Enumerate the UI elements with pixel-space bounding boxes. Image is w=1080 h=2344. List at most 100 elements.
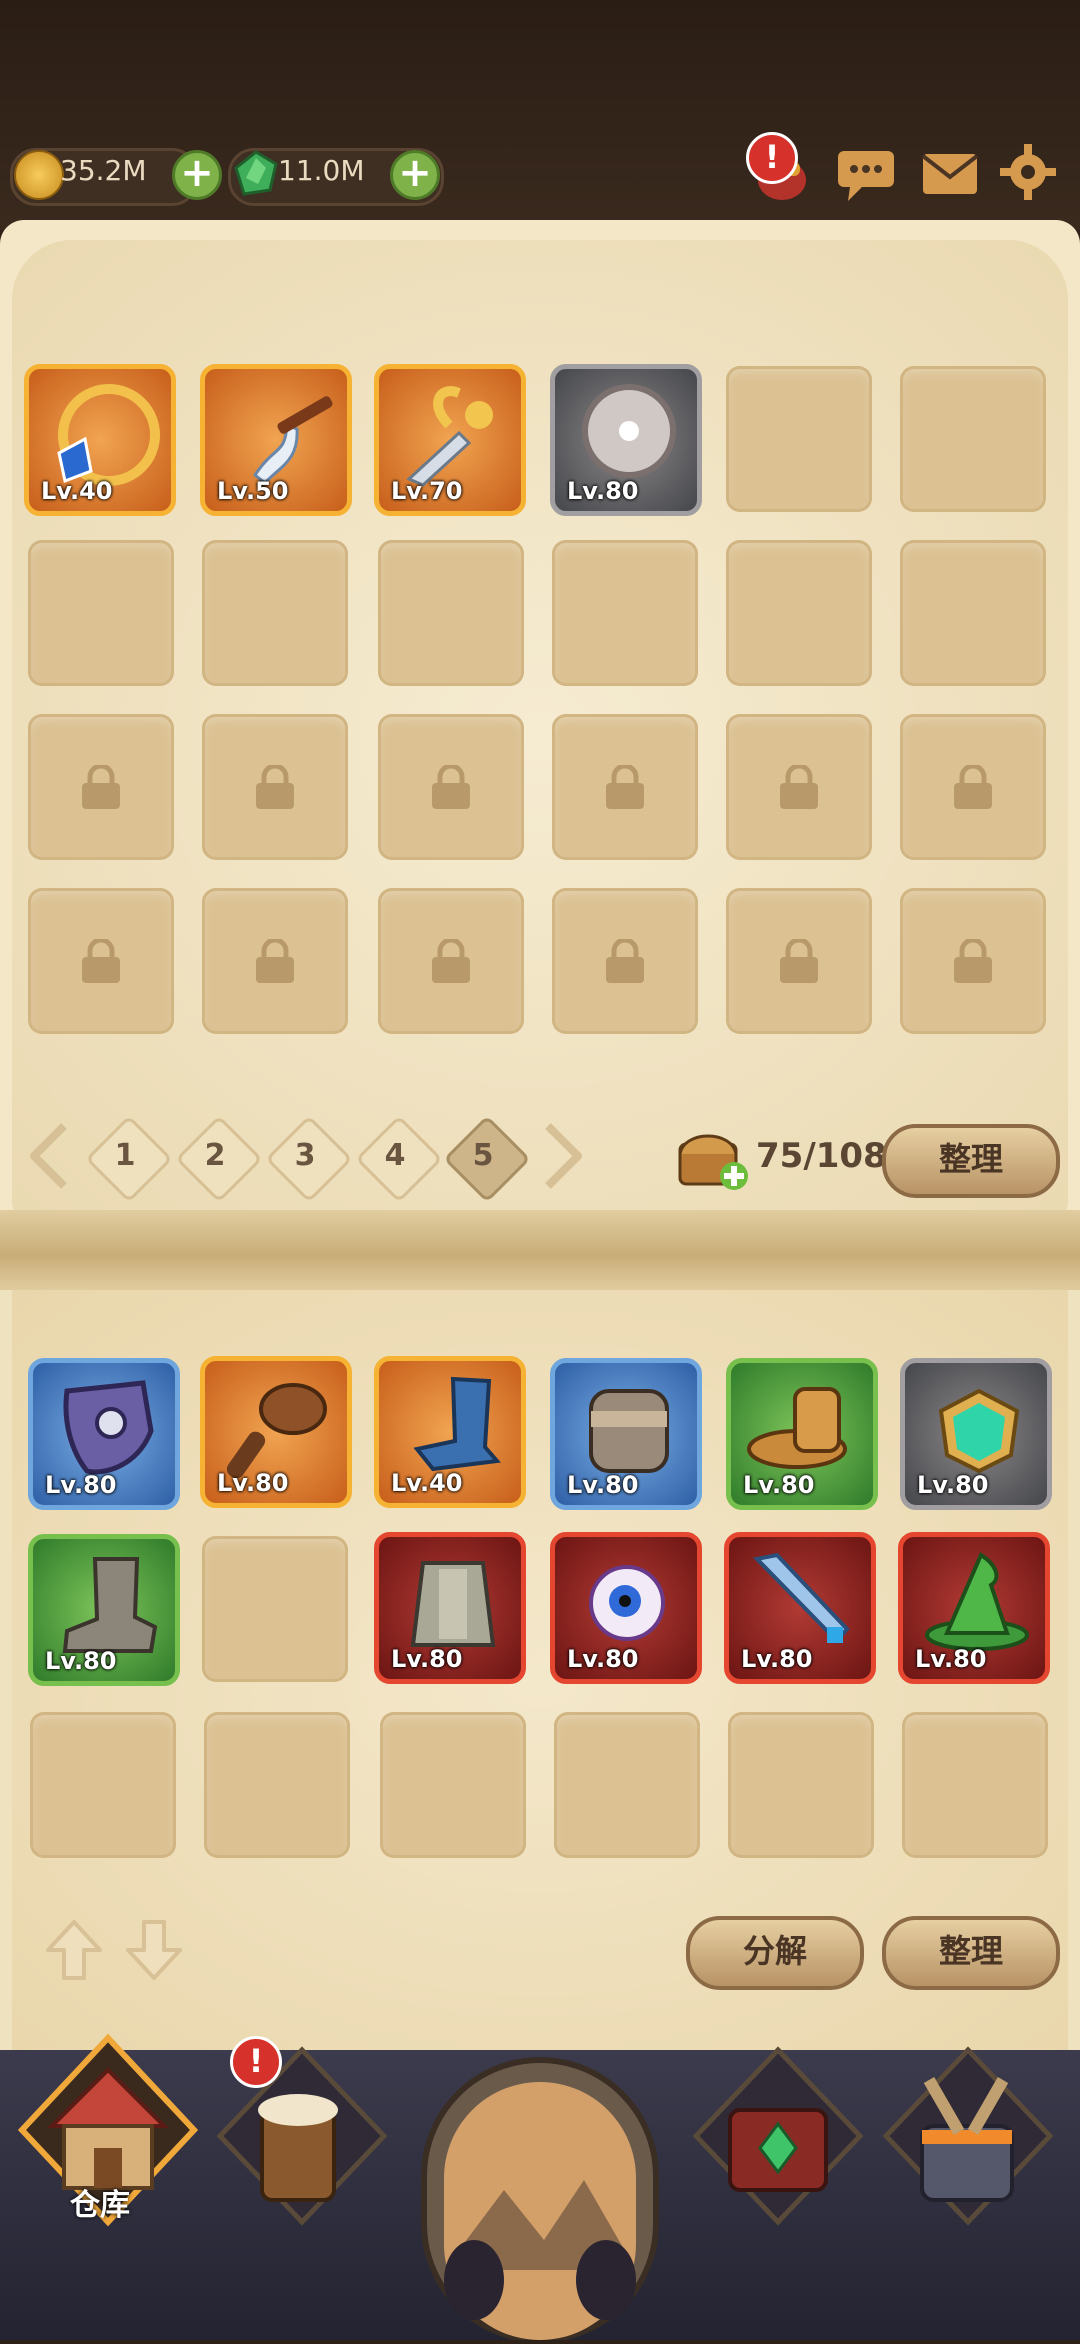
item-level: Lv.80 (917, 1471, 989, 1499)
nav-adventure[interactable] (414, 2040, 666, 2343)
inventory-item[interactable]: Lv.80 (900, 1358, 1052, 1510)
lock-icon (606, 765, 644, 809)
mail-icon[interactable] (918, 142, 982, 206)
scroll-up-arrow-icon[interactable] (44, 1918, 104, 1982)
page-3-label: 3 (294, 1138, 316, 1173)
inventory-item[interactable]: Lv.40 (374, 1356, 526, 1508)
item-level: Lv.80 (45, 1647, 117, 1675)
inventory-item[interactable]: Lv.80 (898, 1532, 1050, 1684)
equip-slot-2[interactable]: Lv.50 (200, 364, 352, 516)
item-level: Lv.80 (741, 1645, 813, 1673)
inventory-item[interactable]: Lv.80 (550, 1532, 702, 1684)
inventory-item[interactable]: Lv.80 (550, 1358, 702, 1510)
decompose-button[interactable]: 分解 (686, 1916, 864, 1990)
locked-slot[interactable] (202, 888, 348, 1034)
page-5-label: 5 (472, 1138, 494, 1173)
tavern-alert-badge: ! (230, 2036, 282, 2088)
lock-icon (256, 939, 294, 983)
empty-slot[interactable] (204, 1712, 350, 1858)
nav-treasure[interactable] (688, 2040, 864, 2226)
empty-slot[interactable] (202, 1536, 348, 1682)
locked-slot[interactable] (552, 888, 698, 1034)
empty-slot[interactable] (726, 366, 872, 512)
nav-warehouse[interactable] (17, 2030, 199, 2227)
lock-icon (954, 765, 992, 809)
nav-warehouse-label: 仓库 (70, 2188, 130, 2223)
item-level: Lv.80 (45, 1471, 117, 1499)
add-gems-button[interactable]: + (390, 150, 440, 200)
gem-amount: 11.0M (278, 154, 365, 187)
empty-slot[interactable] (900, 540, 1046, 686)
locked-slot[interactable] (28, 714, 174, 860)
item-level: Lv.40 (391, 1469, 463, 1497)
locked-slot[interactable] (202, 714, 348, 860)
add-coins-button[interactable]: + (172, 150, 222, 200)
lock-icon (82, 939, 120, 983)
nav-forge[interactable] (878, 2040, 1054, 2226)
locked-slot[interactable] (900, 714, 1046, 860)
event-alert-badge: ! (746, 132, 798, 184)
inventory-item[interactable]: Lv.80 (724, 1532, 876, 1684)
inventory-capacity: 75/108 (756, 1136, 887, 1176)
locked-slot[interactable] (726, 714, 872, 860)
empty-slot[interactable] (726, 540, 872, 686)
lock-icon (256, 765, 294, 809)
empty-slot[interactable] (378, 540, 524, 686)
item-level: Lv.80 (391, 1645, 463, 1673)
item-level: Lv.80 (743, 1471, 815, 1499)
empty-slot[interactable] (28, 540, 174, 686)
lock-icon (606, 939, 644, 983)
lock-icon (82, 765, 120, 809)
item-level: Lv.80 (217, 1469, 289, 1497)
prev-page-arrow-icon[interactable] (26, 1122, 72, 1190)
locked-slot[interactable] (900, 888, 1046, 1034)
sort-button-bottom[interactable]: 整理 (882, 1916, 1060, 1990)
page-1-label: 1 (114, 1138, 136, 1173)
empty-slot[interactable] (30, 1712, 176, 1858)
panel-divider (0, 1210, 1080, 1300)
scroll-down-arrow-icon[interactable] (124, 1918, 184, 1982)
lock-icon (780, 939, 818, 983)
locked-slot[interactable] (552, 714, 698, 860)
coin-amount: 35.2M (60, 154, 147, 187)
empty-slot[interactable] (900, 366, 1046, 512)
coin-icon (14, 150, 64, 200)
item-level: Lv.70 (391, 477, 463, 505)
locked-slot[interactable] (378, 888, 524, 1034)
item-level: Lv.50 (217, 477, 289, 505)
page-4-label: 4 (384, 1138, 406, 1173)
empty-slot[interactable] (728, 1712, 874, 1858)
inventory-item[interactable]: Lv.80 (28, 1358, 180, 1510)
item-level: Lv.80 (567, 1645, 639, 1673)
inventory-item[interactable]: Lv.80 (200, 1356, 352, 1508)
sort-button-top[interactable]: 整理 (882, 1124, 1060, 1198)
chest-expand-icon[interactable] (676, 1126, 752, 1192)
page-2-label: 2 (204, 1138, 226, 1173)
item-level: Lv.40 (41, 477, 113, 505)
empty-slot[interactable] (202, 540, 348, 686)
lock-icon (432, 765, 470, 809)
next-page-arrow-icon[interactable] (540, 1122, 586, 1190)
empty-slot[interactable] (902, 1712, 1048, 1858)
lock-icon (780, 765, 818, 809)
equip-slot-4[interactable]: Lv.80 (550, 364, 702, 516)
equip-slot-3[interactable]: Lv.70 (374, 364, 526, 516)
inventory-item[interactable]: Lv.80 (28, 1534, 180, 1686)
item-level: Lv.80 (915, 1645, 987, 1673)
equip-slot-1[interactable]: Lv.40 (24, 364, 176, 516)
locked-slot[interactable] (28, 888, 174, 1034)
inventory-item[interactable]: Lv.80 (726, 1358, 878, 1510)
empty-slot[interactable] (554, 1712, 700, 1858)
locked-slot[interactable] (726, 888, 872, 1034)
chat-icon[interactable] (834, 142, 898, 206)
gem-icon (234, 150, 278, 196)
empty-slot[interactable] (380, 1712, 526, 1858)
item-level: Lv.80 (567, 477, 639, 505)
lock-icon (432, 939, 470, 983)
settings-icon[interactable] (996, 140, 1060, 204)
empty-slot[interactable] (552, 540, 698, 686)
item-level: Lv.80 (567, 1471, 639, 1499)
locked-slot[interactable] (378, 714, 524, 860)
lock-icon (954, 939, 992, 983)
inventory-item[interactable]: Lv.80 (374, 1532, 526, 1684)
